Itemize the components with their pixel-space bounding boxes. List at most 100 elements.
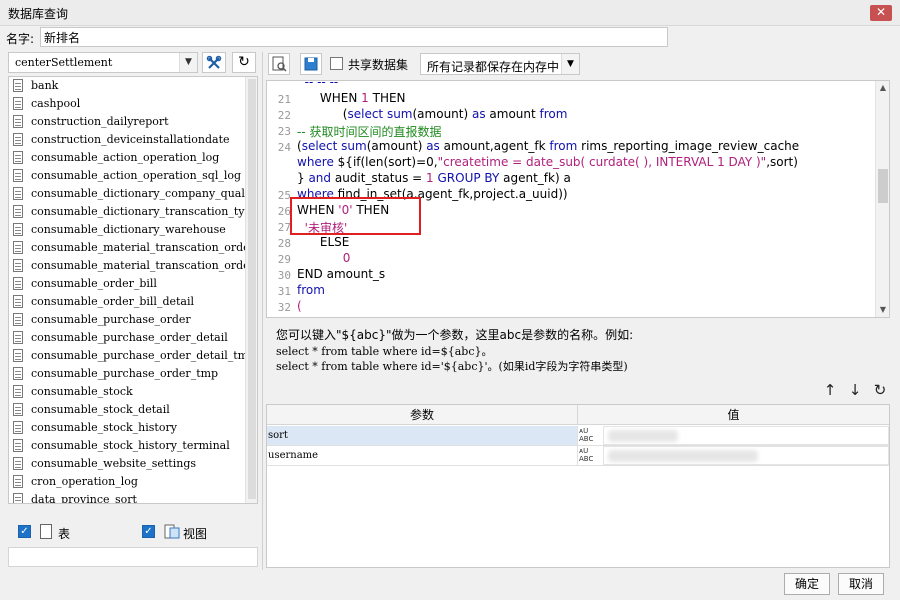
code-line: ELSE [297,235,350,249]
list-item[interactable]: consumable_purchase_order_tmp [9,365,247,383]
query-toolbar: 共享数据集 所有记录都保存在内存中 ▼ [268,52,890,76]
table-icon [13,115,23,128]
table-name: consumable_purchase_order_detail [31,331,228,344]
move-up-icon[interactable]: ↑ [820,380,840,400]
table-icon [13,421,23,434]
table-row[interactable]: sort ᴀU ABC [267,426,889,446]
table-name: bank [31,79,59,92]
table-name: consumable_purchase_order_tmp [31,367,219,380]
table-list[interactable]: bank cashpool construction_dailyreport cons… [8,76,258,504]
list-item[interactable]: consumable_order_bill [9,275,247,293]
line-number: 21 [277,93,291,106]
list-item[interactable]: consumable_stock_history_terminal [9,437,247,455]
memory-mode-select[interactable]: 所有记录都保存在内存中 ▼ [420,53,580,75]
share-dataset-label: 共享数据集 [348,58,409,72]
table-items: bank cashpool construction_dailyreport cons… [9,77,255,504]
list-item[interactable]: cron_operation_log [9,473,247,491]
chevron-down-icon[interactable]: ▼ [561,54,579,74]
editor-scrollbar[interactable]: ▲ ▼ [875,81,889,317]
refresh-button[interactable]: ↻ [232,52,256,73]
table-icon [13,187,23,200]
table-name: data_province_sort [31,493,137,504]
table-icon [13,223,23,236]
parameter-table-header: 参数 值 [267,405,889,425]
list-item[interactable]: consumable_dictionary_company_qualif [9,185,252,203]
list-item[interactable]: consumable_dictionary_warehouse [9,221,247,239]
table-name: consumable_order_bill_detail [31,295,195,308]
datasource-toolbar: centerSettlement ▼ ↻ [8,52,258,74]
tools-button[interactable] [202,52,226,73]
list-item[interactable]: consumable_material_transcation_orde [9,257,250,275]
string-type-icon[interactable]: ᴀU ABC [579,447,599,465]
list-item[interactable]: bank [9,77,247,95]
list-item[interactable]: consumable_website_settings [9,455,247,473]
code-line: 0 [342,251,351,265]
code-line: (select sum(amount) as amount,agent_fk f… [297,139,800,153]
code-line: from [297,283,325,297]
table-name: cron_operation_log [31,475,138,488]
table-icon [13,349,23,362]
splitter[interactable] [262,52,263,570]
list-item[interactable]: data_province_sort [9,491,247,504]
line-number: 28 [277,237,291,250]
table-icon [13,295,23,308]
refresh-params-icon[interactable]: ↻ [870,380,890,400]
code-line: -- -- -- [297,81,339,89]
preview-button[interactable] [268,53,290,75]
table-name: consumable_stock_history_terminal [31,439,230,452]
list-item[interactable]: consumable_stock_detail [9,401,247,419]
list-item[interactable]: consumable_action_operation_log [9,149,247,167]
string-type-icon[interactable]: ᴀU ABC [579,427,599,445]
table-list-scrollbar[interactable] [245,77,257,503]
list-item[interactable]: consumable_action_operation_sql_log [9,167,247,185]
table-name: consumable_stock_detail [31,403,170,416]
param-name: username [267,446,578,465]
list-item[interactable]: consumable_dictionary_transcation_ty [9,203,247,221]
table-name: consumable_order_bill [31,277,157,290]
chevron-down-icon[interactable]: ▼ [179,53,197,72]
name-input[interactable] [40,27,668,47]
list-item[interactable]: consumable_stock_history [9,419,247,437]
table-icon [13,331,23,344]
list-item[interactable]: consumable_purchase_order [9,311,247,329]
list-item[interactable]: consumable_stock [9,383,247,401]
window-title: 数据库查询 [8,7,69,21]
line-number: 30 [277,269,291,282]
view-filter-label: 视图 [183,527,208,541]
scroll-down-icon[interactable]: ▼ [876,303,889,317]
highlight-annotation [290,197,421,235]
table-name: consumable_dictionary_warehouse [31,223,226,236]
table-checkbox[interactable]: ✓ [18,525,31,538]
move-down-icon[interactable]: ↓ [845,380,865,400]
scroll-up-icon[interactable]: ▲ [876,81,889,95]
scrollbar-thumb[interactable] [248,79,256,499]
table-icon [13,439,23,452]
list-item[interactable]: cashpool [9,95,247,113]
table-icon [13,151,23,164]
list-item[interactable]: construction_deviceinstallationdate [9,131,247,149]
table-row[interactable]: username ᴀU ABC [267,446,889,466]
datasource-select[interactable]: centerSettlement ▼ [8,52,198,73]
cancel-button[interactable]: 取消 [838,573,884,595]
scrollbar-thumb[interactable] [878,169,888,203]
list-item[interactable]: consumable_order_bill_detail [9,293,247,311]
close-button[interactable]: ✕ [870,5,892,21]
refresh-icon: ↻ [238,54,250,70]
ok-button[interactable]: 确定 [784,573,830,595]
list-item[interactable]: consumable_purchase_order_detail_tmp [9,347,255,365]
list-item[interactable]: construction_dailyreport [9,113,247,131]
line-number: 29 [277,253,291,266]
table-icon [13,493,23,503]
save-button[interactable] [300,53,322,75]
list-item[interactable]: consumable_material_transcation_orde [9,239,250,257]
line-number: 31 [277,285,291,298]
param-tools: ↑ ↓ ↻ [820,380,890,400]
table-icon [40,524,52,539]
param-value-input[interactable] [603,446,889,465]
table-name: consumable_purchase_order_detail_tmp [31,349,256,362]
view-checkbox[interactable]: ✓ [142,525,155,538]
title-bar: 数据库查询 ✕ [0,0,900,26]
list-item[interactable]: consumable_purchase_order_detail [9,329,247,347]
share-dataset-checkbox[interactable] [330,57,343,70]
param-value-input[interactable] [603,426,889,445]
